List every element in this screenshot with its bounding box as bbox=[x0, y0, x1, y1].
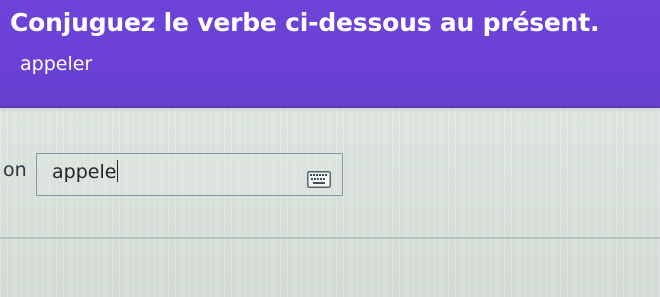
keyboard-button[interactable] bbox=[307, 171, 331, 188]
answer-area-divider bbox=[0, 237, 660, 239]
answer-row: on appele bbox=[0, 150, 660, 200]
conjugation-answer-field[interactable]: appele bbox=[36, 153, 343, 196]
conjugation-exercise: Conjuguez le verbe ci-dessous au présent… bbox=[0, 0, 660, 297]
answer-text-wrapper: appele bbox=[52, 160, 119, 184]
subject-pronoun: on bbox=[3, 159, 27, 181]
exercise-header: Conjuguez le verbe ci-dessous au présent… bbox=[0, 0, 660, 108]
answer-value: appele bbox=[52, 161, 117, 183]
text-cursor bbox=[117, 160, 119, 182]
infinitive-verb: appeler bbox=[20, 53, 93, 75]
keyboard-icon bbox=[307, 171, 331, 188]
exercise-instruction: Conjuguez le verbe ci-dessous au présent… bbox=[10, 8, 600, 37]
